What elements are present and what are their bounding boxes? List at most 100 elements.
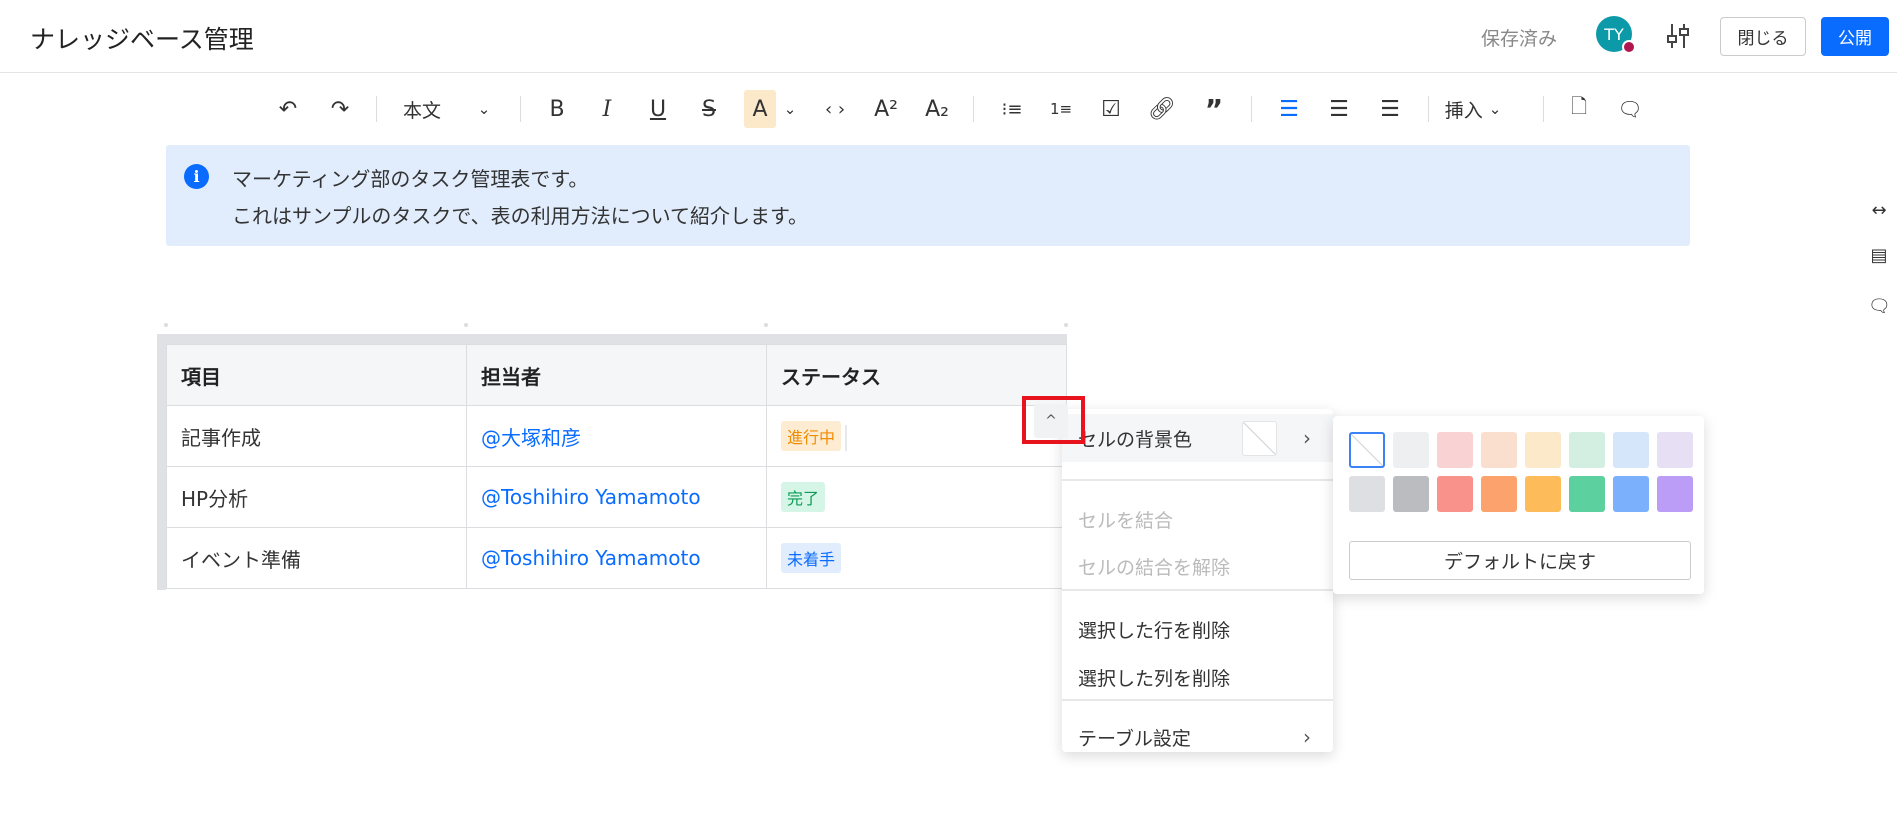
- table-row: イベント準備 @Toshihiro Yamamoto 未着手: [166, 527, 1067, 589]
- underline-icon[interactable]: U: [650, 90, 666, 128]
- numbered-list-icon[interactable]: 1≡: [1050, 90, 1072, 128]
- column-handle[interactable]: [764, 323, 768, 327]
- color-swatch[interactable]: [1349, 476, 1385, 512]
- header-cell[interactable]: 項目: [166, 344, 467, 406]
- page-title: ナレッジベース管理: [30, 25, 254, 54]
- color-swatch[interactable]: [1525, 476, 1561, 512]
- column-handle[interactable]: [1064, 323, 1068, 327]
- quote-icon[interactable]: ”: [1205, 90, 1223, 128]
- column-handle[interactable]: [164, 323, 168, 327]
- column-selector-bar[interactable]: [157, 334, 1067, 344]
- menu-item-merge-cells: セルを結合: [1078, 509, 1174, 532]
- table-of-contents-icon[interactable]: ▤: [1868, 245, 1890, 266]
- color-swatch[interactable]: [1481, 432, 1517, 468]
- task-table: 項目 担当者 ステータス 記事作成 @大塚和彦 進行中 HP分析 @Toshih…: [166, 344, 1067, 589]
- table-cell[interactable]: 未着手: [766, 527, 1067, 589]
- table-cell[interactable]: HP分析: [166, 466, 467, 528]
- status-badge: 未着手: [781, 543, 842, 573]
- color-swatch[interactable]: [1437, 432, 1473, 468]
- color-swatch[interactable]: [1569, 476, 1605, 512]
- align-center-icon[interactable]: ☰: [1329, 90, 1349, 128]
- background-color-panel: デフォルトに戻す: [1333, 416, 1704, 594]
- toolbar-divider: [973, 96, 974, 122]
- info-icon: i: [184, 164, 209, 189]
- color-swatch[interactable]: [1393, 476, 1429, 512]
- menu-item-unmerge-cells: セルの結合を解除: [1078, 556, 1231, 579]
- table-cell[interactable]: @大塚和彦: [466, 405, 767, 467]
- chevron-down-icon[interactable]: ⌄: [784, 90, 797, 128]
- color-swatch[interactable]: [1481, 476, 1517, 512]
- settings-sliders-icon[interactable]: [1666, 22, 1690, 54]
- chevron-right-icon: ›: [1303, 426, 1311, 450]
- toolbar-divider: [1251, 96, 1252, 122]
- color-swatch[interactable]: [1657, 476, 1693, 512]
- table-row: HP分析 @Toshihiro Yamamoto 完了: [166, 466, 1067, 528]
- checkbox-icon[interactable]: ☑: [1101, 90, 1121, 128]
- toolbar-divider: [1543, 96, 1544, 122]
- close-button[interactable]: 閉じる: [1720, 17, 1806, 56]
- reset-default-button[interactable]: デフォルトに戻す: [1349, 541, 1691, 580]
- color-swatch[interactable]: [1437, 476, 1473, 512]
- table-cell[interactable]: @Toshihiro Yamamoto: [466, 527, 767, 589]
- table-cell[interactable]: 完了: [766, 466, 1067, 528]
- header-cell[interactable]: 担当者: [466, 344, 767, 406]
- align-left-icon[interactable]: ☰: [1279, 90, 1299, 128]
- menu-item-table-settings[interactable]: テーブル設定 ›: [1062, 713, 1333, 761]
- text-style-select[interactable]: 本文: [403, 90, 441, 128]
- bold-icon[interactable]: B: [549, 90, 564, 128]
- table-cell[interactable]: 記事作成: [166, 405, 467, 467]
- color-swatch[interactable]: [1657, 432, 1693, 468]
- row-selector-bar[interactable]: [157, 334, 166, 590]
- undo-icon[interactable]: ↶: [279, 90, 297, 128]
- menu-item-delete-column[interactable]: 選択した列を削除: [1062, 653, 1333, 701]
- user-mention[interactable]: @Toshihiro Yamamoto: [481, 485, 701, 509]
- color-swatch[interactable]: [1525, 432, 1561, 468]
- color-swatch[interactable]: [1569, 432, 1605, 468]
- table-row: 記事作成 @大塚和彦 進行中: [166, 405, 1067, 467]
- current-color-swatch: [1242, 421, 1277, 456]
- user-mention[interactable]: @Toshihiro Yamamoto: [481, 546, 701, 570]
- strikethrough-icon[interactable]: S: [702, 90, 716, 128]
- text-color-icon[interactable]: A: [744, 90, 776, 128]
- publish-button[interactable]: 公開: [1821, 17, 1889, 56]
- info-line-1: マーケティング部のタスク管理表です。: [232, 167, 589, 191]
- menu-divider: [1062, 589, 1333, 591]
- color-swatch[interactable]: [1393, 432, 1429, 468]
- presence-dot: [1622, 40, 1636, 54]
- chevron-down-icon[interactable]: ⌄: [478, 90, 491, 128]
- avatar[interactable]: TY: [1596, 16, 1636, 54]
- avatar-initials: TY: [1604, 24, 1624, 44]
- color-swatch[interactable]: [1613, 432, 1649, 468]
- text-cursor: [845, 424, 848, 451]
- cell-menu-toggle-button[interactable]: ^: [1034, 404, 1068, 438]
- table-cell[interactable]: イベント準備: [166, 527, 467, 589]
- insert-menu[interactable]: 挿入 ⌄: [1445, 90, 1502, 128]
- menu-divider: [1062, 479, 1333, 481]
- table-cell[interactable]: @Toshihiro Yamamoto: [466, 466, 767, 528]
- menu-item-cell-background[interactable]: セルの背景色 ›: [1062, 414, 1333, 462]
- subscript-icon[interactable]: A₂: [925, 90, 949, 128]
- menu-item-delete-row[interactable]: 選択した行を削除: [1062, 605, 1333, 653]
- color-swatch[interactable]: [1613, 476, 1649, 512]
- color-swatch-none[interactable]: [1349, 432, 1385, 468]
- bullet-list-icon[interactable]: ⁝≡: [1002, 90, 1023, 128]
- comment-icon[interactable]: 🗨: [1617, 90, 1642, 128]
- chevron-right-icon: ›: [1303, 725, 1311, 749]
- expand-width-icon[interactable]: ↔: [1868, 200, 1890, 221]
- toolbar-divider: [520, 96, 521, 122]
- column-handle[interactable]: [464, 323, 468, 327]
- save-status: 保存済み: [1481, 28, 1558, 50]
- code-icon[interactable]: ‹ ›: [825, 90, 845, 128]
- menu-item-label: テーブル設定: [1078, 727, 1191, 750]
- comment-icon[interactable]: 🗨: [1868, 296, 1891, 317]
- document-search-icon[interactable]: 🗋: [1571, 90, 1587, 128]
- link-icon[interactable]: 🔗︎: [1148, 90, 1176, 128]
- cell-context-menu: セルの背景色 › セルを結合 セルの結合を解除 選択した行を削除 選択した列を削…: [1062, 409, 1333, 752]
- table-header-row: 項目 担当者 ステータス: [166, 344, 1067, 406]
- redo-icon[interactable]: ↷: [331, 90, 349, 128]
- align-right-icon[interactable]: ☰: [1380, 90, 1400, 128]
- toolbar-divider: [1428, 96, 1429, 122]
- user-mention[interactable]: @大塚和彦: [481, 426, 581, 450]
- superscript-icon[interactable]: A²: [874, 90, 898, 128]
- italic-icon[interactable]: I: [603, 90, 612, 128]
